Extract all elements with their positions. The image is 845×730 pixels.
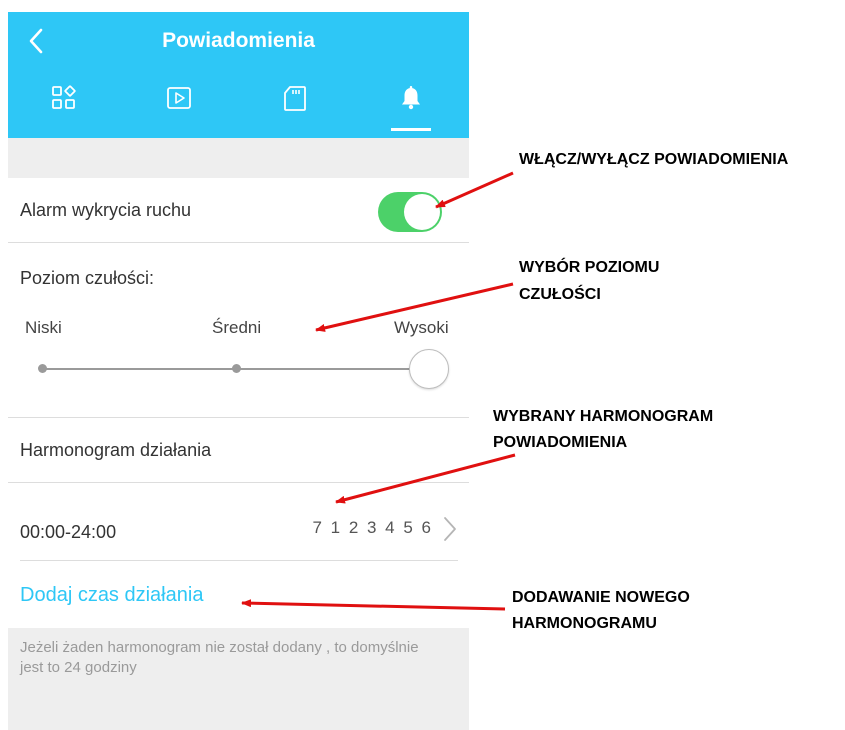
sensitivity-level-medium: Średni [212,318,262,337]
active-tab-indicator [391,128,431,131]
divider [20,560,458,561]
slider-stop-low[interactable] [38,364,47,373]
section-spacer [8,138,469,178]
divider [8,417,469,418]
tab-notifications[interactable] [391,80,431,116]
motion-alarm-toggle[interactable] [378,192,442,232]
divider [8,482,469,483]
sensitivity-level-high: Wysoki [394,318,449,337]
divider [8,242,469,243]
motion-alarm-label: Alarm wykrycia ruchu [20,200,192,220]
phone-screen: Powiadomienia Alarm wykrycia ruchu Pozio… [8,12,469,730]
schedule-item[interactable]: 00:00-24:00 7 1 2 3 4 5 6 [8,494,469,566]
footer-note-area: Jeżeli żaden harmonogram nie został doda… [8,628,469,730]
schedule-time: 00:00-24:00 [20,522,117,542]
bell-icon [402,86,420,110]
schedule-days: 7 1 2 3 4 5 6 [312,518,433,537]
page-title: Powiadomienia [162,29,315,52]
slider-stop-medium[interactable] [232,364,241,373]
add-schedule-link[interactable]: Dodaj czas działania [20,584,203,607]
apps-grid-icon [52,85,76,109]
tab-playback[interactable] [159,80,199,116]
app-header: Powiadomienia [8,12,469,138]
annotation-schedule-line1: WYBRANY HARMONOGRAM [493,408,714,425]
sd-card-icon [284,86,306,111]
default-schedule-note: Jeżeli żaden harmonogram nie został doda… [20,639,419,676]
sensitivity-level-low: Niski [25,318,62,337]
schedule-label: Harmonogram działania [20,440,212,460]
annotation-schedule-line2: POWIADOMIENIA [493,434,628,451]
annotation-sensitivity-line1: WYBÓR POZIOMU [519,259,660,276]
sensitivity-label: Poziom czułości: [20,268,155,288]
sensitivity-slider-thumb[interactable] [409,349,449,389]
play-video-icon [167,87,191,109]
tab-apps[interactable] [44,80,84,116]
sensitivity-slider-track[interactable] [42,368,442,370]
annotation-toggle: WŁĄCZ/WYŁĄCZ POWIADOMIENIA [519,151,789,168]
annotation-sensitivity-line2: CZUŁOŚCI [519,286,601,303]
chevron-right-icon [444,517,456,541]
annotation-add-line2: HARMONOGRAMU [512,615,657,632]
annotation-add-line1: DODAWANIE NOWEGO [512,589,690,606]
tab-storage[interactable] [275,80,315,116]
toggle-knob [404,194,440,230]
